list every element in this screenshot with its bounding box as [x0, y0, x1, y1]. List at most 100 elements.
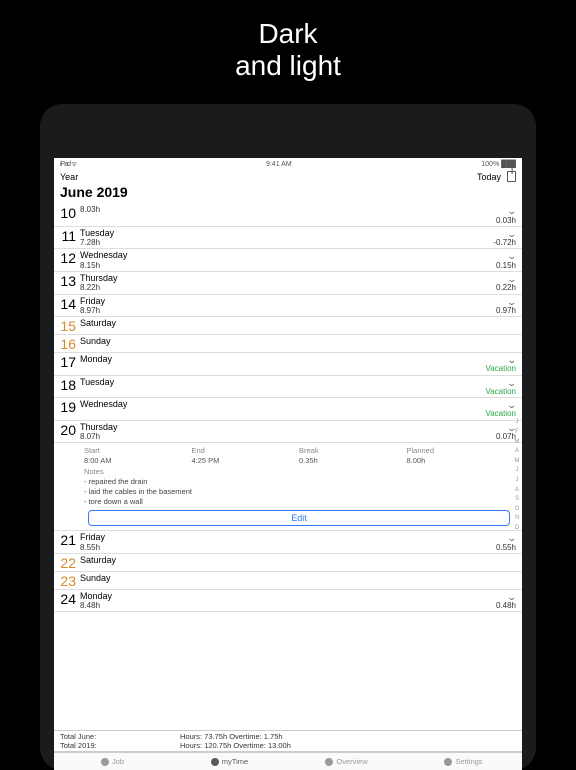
day-number: 20 [58, 422, 80, 437]
back-button[interactable]: Year [60, 172, 78, 182]
day-number: 17 [58, 354, 80, 369]
day-name: Wednesday [80, 250, 496, 260]
day-name: Monday [80, 591, 496, 601]
chevron-down-icon: ⌄ [507, 400, 518, 410]
day-name: Friday [80, 532, 496, 542]
today-button[interactable]: Today [477, 172, 501, 182]
day-name: Tuesday [80, 228, 493, 238]
day-hours: 8.97h [80, 306, 496, 315]
chevron-down-icon: ⌄ [507, 378, 518, 388]
status-battery: 100% ███ [481, 161, 516, 168]
chevron-down-icon: ⌄ [507, 206, 518, 216]
day-name: Saturday [80, 318, 516, 328]
day-row[interactable]: 19Wednesday ⌄Vacation [54, 398, 522, 421]
val-start: 8:00 AM [84, 456, 192, 467]
day-diff: 0.97h [496, 306, 516, 315]
day-row[interactable]: 24Monday8.48h⌄0.48h [54, 590, 522, 613]
notes-body: - repaired the drain- laid the cables in… [84, 476, 514, 510]
status-time: 9:41 AM [266, 161, 292, 168]
day-row: 16Sunday [54, 335, 522, 353]
chevron-down-icon: ⌄ [507, 297, 518, 307]
day-hours: 8.22h [80, 283, 496, 292]
day-row[interactable]: 13Thursday8.22h ⌄0.22h [54, 272, 522, 295]
day-number: 18 [58, 377, 80, 392]
day-hours: 7.28h [80, 238, 493, 247]
day-detail: Start End Break Planned 8:00 AM 4:25 PM … [54, 443, 522, 531]
wrench-icon [101, 758, 109, 766]
chevron-down-icon: ⌄ [507, 229, 518, 239]
chevron-down-icon: ⌄ [507, 592, 518, 602]
day-name: Wednesday [80, 399, 485, 409]
day-row: 15Saturday [54, 317, 522, 335]
vacation-badge: Vacation [485, 387, 516, 396]
day-number: 16 [58, 336, 80, 351]
day-name: Thursday [80, 422, 496, 432]
nav-bar: Year Today [54, 171, 522, 184]
vacation-badge: Vacation [485, 364, 516, 373]
promo-title: Dark and light [0, 0, 576, 104]
day-diff: -0.72h [493, 238, 516, 247]
val-break: 0.35h [299, 456, 407, 467]
day-diff: 0.15h [496, 261, 516, 270]
val-planned: 8.00h [407, 456, 515, 467]
totals: Total June:Hours: 73.75h Overtime: 1.75h… [54, 730, 522, 752]
day-row[interactable]: 108.03h⌄0.03h [54, 204, 522, 227]
total-month-label: Total June: [60, 732, 180, 741]
page-title: June 2019 [54, 184, 522, 204]
day-number: 21 [58, 532, 80, 547]
day-name: Thursday [80, 273, 496, 283]
day-hours: 8.55h [80, 543, 496, 552]
day-name: Monday [80, 354, 485, 364]
day-diff: 0.55h [496, 543, 516, 552]
col-break: Break [299, 446, 407, 456]
day-row[interactable]: 18Tuesday ⌄Vacation [54, 376, 522, 399]
tab-bar: Job myTime Overview Settings [54, 752, 522, 770]
col-planned: Planned [407, 446, 515, 456]
day-name: Tuesday [80, 377, 485, 387]
tablet-frame: iPad ᯤ 9:41 AM 100% ███ Year Today June … [40, 104, 536, 770]
day-hours: 8.15h [80, 261, 496, 270]
day-row[interactable]: 14Friday8.97h⌄0.97h [54, 295, 522, 318]
day-row[interactable]: 12Wednesday8.15h ⌄0.15h [54, 249, 522, 272]
status-bar: iPad ᯤ 9:41 AM 100% ███ [54, 158, 522, 171]
day-number: 15 [58, 318, 80, 333]
day-row: 22Saturday [54, 554, 522, 572]
col-start: Start [84, 446, 192, 456]
chevron-down-icon: ⌄ [507, 533, 518, 543]
day-number: 11 [58, 228, 80, 243]
day-number: 19 [58, 399, 80, 414]
day-hours: 8.48h [80, 601, 496, 610]
day-number: 22 [58, 555, 80, 570]
day-number: 23 [58, 573, 80, 588]
vacation-badge: Vacation [485, 409, 516, 418]
day-name: Saturday [80, 555, 516, 565]
day-number: 12 [58, 250, 80, 265]
month-rail[interactable]: JFMAMJJASOND [513, 418, 521, 533]
day-diff: 0.48h [496, 601, 516, 610]
gear-icon [444, 758, 452, 766]
chevron-down-icon: ⌄ [507, 251, 518, 261]
app-screen: iPad ᯤ 9:41 AM 100% ███ Year Today June … [54, 158, 522, 770]
day-row[interactable]: 20Thursday8.07h⌄0.07h [54, 421, 522, 444]
chevron-down-icon: ⌄ [507, 274, 518, 284]
day-row: 23Sunday [54, 572, 522, 590]
day-diff: 0.22h [496, 283, 516, 292]
notes-label: Notes [84, 467, 514, 476]
day-row[interactable]: 11Tuesday7.28h ⌄-0.72h [54, 227, 522, 250]
day-hours: 8.07h [80, 432, 496, 441]
day-number: 14 [58, 296, 80, 311]
edit-button[interactable]: Edit [88, 510, 510, 526]
day-number: 10 [58, 205, 80, 220]
chart-icon [325, 758, 333, 766]
day-name: Sunday [80, 573, 516, 583]
day-row[interactable]: 17Monday ⌄Vacation [54, 353, 522, 376]
total-year-value: Hours: 120.75h Overtime: 13.00h [180, 741, 291, 750]
day-number: 13 [58, 273, 80, 288]
status-left: iPad ᯤ [60, 160, 76, 169]
total-month-value: Hours: 73.75h Overtime: 1.75h [180, 732, 283, 741]
share-icon[interactable] [507, 171, 516, 182]
chevron-down-icon: ⌄ [507, 355, 518, 365]
day-row[interactable]: 21Friday8.55h ⌄0.55h [54, 531, 522, 554]
day-hours: 8.03h [80, 205, 496, 214]
day-name: Sunday [80, 336, 516, 346]
